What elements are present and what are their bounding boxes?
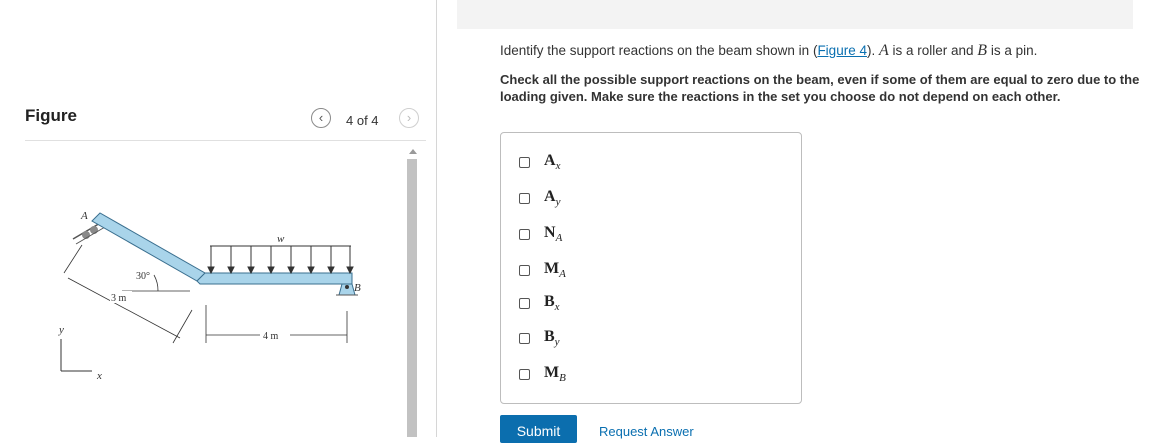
incline-length-label: 3 m	[111, 293, 127, 304]
beam-figure: w 30° 3 m 4 m A B y x	[58, 210, 361, 382]
intro-text: Identify the support reactions on the be…	[500, 43, 818, 58]
option-mb[interactable]: MB	[519, 364, 566, 384]
figure-panel: Figure ‹ 4 of 4 › w 30° 3 m 4 m A B y x	[0, 0, 436, 437]
checkbox[interactable]	[519, 332, 530, 344]
intro-text: ).	[866, 43, 879, 58]
angle-arc	[153, 274, 159, 292]
figure-title: Figure	[25, 106, 77, 125]
intro-text: is a pin.	[987, 43, 1038, 58]
figure-divider	[25, 140, 426, 141]
submit-button[interactable]: Submit	[500, 415, 577, 443]
figure-link[interactable]: Figure 4	[817, 43, 867, 58]
axis-x-label: x	[96, 370, 102, 382]
checkbox[interactable]	[519, 297, 530, 309]
angle-label: 30°	[136, 271, 150, 282]
checkbox[interactable]	[519, 156, 530, 168]
var-b: B	[977, 42, 988, 59]
top-bar	[457, 0, 1133, 29]
prev-figure-button[interactable]: ‹	[311, 108, 331, 128]
horizontal-beam	[196, 272, 353, 285]
question-panel: Identify the support reactions on the be…	[437, 0, 1163, 443]
option-ay[interactable]: Ay	[519, 188, 560, 208]
point-a-label: A	[80, 210, 88, 222]
horizontal-length-label: 4 m	[263, 331, 279, 342]
load-label: w	[277, 233, 285, 245]
chevron-right-icon: ›	[406, 110, 412, 125]
axis-y-label: y	[58, 324, 64, 336]
question-intro: Identify the support reactions on the be…	[500, 42, 1037, 60]
checkbox[interactable]	[519, 228, 530, 240]
checkbox[interactable]	[519, 368, 530, 380]
option-bx[interactable]: Bx	[519, 293, 560, 313]
next-figure-button[interactable]: ›	[399, 108, 419, 128]
option-na[interactable]: NA	[519, 224, 562, 244]
figure-scrollbar[interactable]	[405, 143, 421, 437]
point-b-label: B	[354, 282, 361, 294]
scroll-thumb[interactable]	[407, 159, 417, 437]
var-a: A	[878, 42, 889, 59]
figure-counter: 4 of 4	[346, 113, 379, 128]
intro-text: is a roller and	[888, 43, 978, 58]
question-instruction: Check all the possible support reactions…	[500, 72, 1140, 104]
option-ma[interactable]: MA	[519, 260, 566, 280]
distributed-load-arrows	[207, 245, 354, 275]
incline-dimension-line	[67, 277, 181, 339]
checkbox[interactable]	[519, 264, 530, 276]
chevron-left-icon: ‹	[318, 110, 324, 125]
checkbox[interactable]	[519, 192, 530, 204]
options-box: Ax Ay NA MA Bx By MB	[500, 132, 802, 404]
scroll-up-icon[interactable]	[409, 149, 417, 154]
option-by[interactable]: By	[519, 328, 560, 348]
option-ax[interactable]: Ax	[519, 152, 560, 172]
